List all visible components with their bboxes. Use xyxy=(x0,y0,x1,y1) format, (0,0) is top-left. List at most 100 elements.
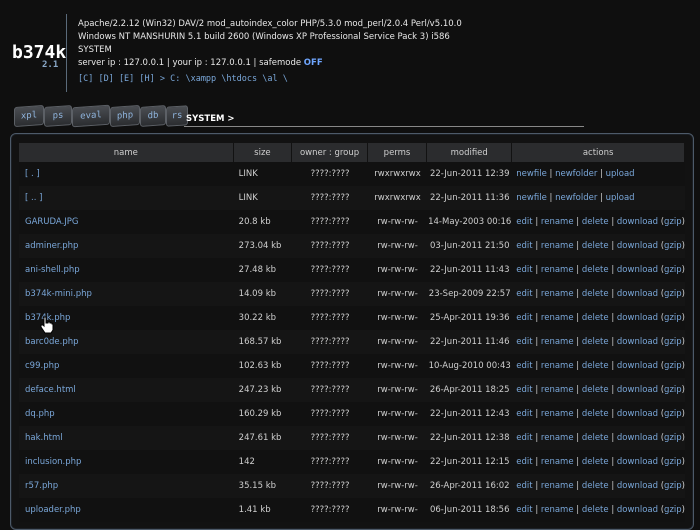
action-rename-link[interactable]: rename xyxy=(541,217,574,227)
action-delete-link[interactable]: delete xyxy=(582,457,609,467)
file-name-link[interactable]: b374k-mini.php xyxy=(19,282,234,306)
action-download-link[interactable]: download xyxy=(617,289,658,299)
header-modified[interactable]: modified xyxy=(427,143,513,162)
file-perms[interactable]: rw-rw-rw- xyxy=(367,354,428,378)
header-owner[interactable]: owner : group xyxy=(292,143,368,162)
file-perms[interactable]: rw-rw-rw- xyxy=(367,498,428,522)
file-perms[interactable]: rw-rw-rw- xyxy=(367,426,428,450)
action-edit-link[interactable]: edit xyxy=(516,265,532,275)
file-name-link[interactable]: uploader.php xyxy=(19,498,234,522)
action-upload-link[interactable]: upload xyxy=(606,169,635,179)
action-rename-link[interactable]: rename xyxy=(541,385,574,395)
file-name-link[interactable]: deface.html xyxy=(19,378,234,402)
tab-xpl[interactable]: xpl xyxy=(14,104,44,128)
action-rename-link[interactable]: rename xyxy=(541,289,574,299)
action-download-link[interactable]: download xyxy=(617,241,658,251)
action-edit-link[interactable]: edit xyxy=(516,337,532,347)
action-download-link[interactable]: download xyxy=(617,313,658,323)
action-edit-link[interactable]: edit xyxy=(516,409,532,419)
file-name-link[interactable]: [ .. ] xyxy=(19,186,234,210)
action-upload-link[interactable]: upload xyxy=(606,193,635,203)
file-perms[interactable]: rw-rw-rw- xyxy=(367,402,428,426)
action-gzip-link[interactable]: gzip xyxy=(664,409,682,419)
file-name-link[interactable]: hak.html xyxy=(19,426,234,450)
action-download-link[interactable]: download xyxy=(617,217,658,227)
file-perms[interactable]: rw-rw-rw- xyxy=(367,210,428,234)
file-name-link[interactable]: adminer.php xyxy=(19,234,234,258)
file-name-link[interactable]: GARUDA.JPG xyxy=(19,210,234,234)
tab-ps[interactable]: ps xyxy=(44,105,72,127)
action-gzip-link[interactable]: gzip xyxy=(664,505,682,515)
action-edit-link[interactable]: edit xyxy=(516,241,532,251)
file-name-link[interactable]: dq.php xyxy=(19,402,234,426)
file-perms[interactable]: rwxrwxrwx xyxy=(367,162,428,186)
action-edit-link[interactable]: edit xyxy=(516,289,532,299)
action-download-link[interactable]: download xyxy=(617,361,658,371)
action-gzip-link[interactable]: gzip xyxy=(664,457,682,467)
action-gzip-link[interactable]: gzip xyxy=(664,313,682,323)
file-perms[interactable]: rwxrwxrwx xyxy=(367,186,428,210)
tab-db[interactable]: db xyxy=(140,105,166,127)
action-edit-link[interactable]: edit xyxy=(516,217,532,227)
action-download-link[interactable]: download xyxy=(617,409,658,419)
file-perms[interactable]: rw-rw-rw- xyxy=(367,234,428,258)
action-rename-link[interactable]: rename xyxy=(541,265,574,275)
file-perms[interactable]: rw-rw-rw- xyxy=(367,306,428,330)
action-gzip-link[interactable]: gzip xyxy=(664,289,682,299)
action-newfile-link[interactable]: newfile xyxy=(516,169,547,179)
action-gzip-link[interactable]: gzip xyxy=(664,265,682,275)
tab-php[interactable]: php xyxy=(110,104,140,128)
file-name-link[interactable]: ani-shell.php xyxy=(19,258,234,282)
action-download-link[interactable]: download xyxy=(617,337,658,347)
header-perms[interactable]: perms xyxy=(367,143,428,162)
action-edit-link[interactable]: edit xyxy=(516,433,532,443)
action-rename-link[interactable]: rename xyxy=(541,241,574,251)
action-download-link[interactable]: download xyxy=(617,505,658,515)
action-delete-link[interactable]: delete xyxy=(582,217,609,227)
action-delete-link[interactable]: delete xyxy=(582,265,609,275)
action-delete-link[interactable]: delete xyxy=(582,289,609,299)
action-delete-link[interactable]: delete xyxy=(582,409,609,419)
action-gzip-link[interactable]: gzip xyxy=(664,481,682,491)
action-gzip-link[interactable]: gzip xyxy=(664,217,682,227)
file-perms[interactable]: rw-rw-rw- xyxy=(367,378,428,402)
action-delete-link[interactable]: delete xyxy=(582,337,609,347)
action-rename-link[interactable]: rename xyxy=(541,505,574,515)
action-rename-link[interactable]: rename xyxy=(541,361,574,371)
action-edit-link[interactable]: edit xyxy=(516,505,532,515)
action-rename-link[interactable]: rename xyxy=(541,409,574,419)
action-newfolder-link[interactable]: newfolder xyxy=(555,193,597,203)
action-download-link[interactable]: download xyxy=(617,265,658,275)
file-name-link[interactable]: c99.php xyxy=(19,354,234,378)
action-rename-link[interactable]: rename xyxy=(541,481,574,491)
header-size[interactable]: size xyxy=(233,143,293,162)
action-download-link[interactable]: download xyxy=(617,385,658,395)
action-gzip-link[interactable]: gzip xyxy=(664,361,682,371)
file-perms[interactable]: rw-rw-rw- xyxy=(367,258,428,282)
file-name-link[interactable]: inclusion.php xyxy=(19,450,234,474)
file-perms[interactable]: rw-rw-rw- xyxy=(367,330,428,354)
action-delete-link[interactable]: delete xyxy=(582,361,609,371)
action-newfolder-link[interactable]: newfolder xyxy=(555,169,597,179)
file-name-link[interactable]: [ . ] xyxy=(19,162,234,186)
tab-rs[interactable]: rs xyxy=(166,105,188,127)
action-edit-link[interactable]: edit xyxy=(516,361,532,371)
action-gzip-link[interactable]: gzip xyxy=(664,433,682,443)
action-gzip-link[interactable]: gzip xyxy=(664,241,682,251)
action-edit-link[interactable]: edit xyxy=(516,313,532,323)
action-newfile-link[interactable]: newfile xyxy=(516,193,547,203)
file-perms[interactable]: rw-rw-rw- xyxy=(367,450,428,474)
action-edit-link[interactable]: edit xyxy=(516,481,532,491)
tab-system[interactable]: SYSTEM > xyxy=(186,114,235,124)
file-perms[interactable]: rw-rw-rw- xyxy=(367,474,428,498)
action-rename-link[interactable]: rename xyxy=(541,313,574,323)
file-name-link[interactable]: r57.php xyxy=(19,474,234,498)
action-edit-link[interactable]: edit xyxy=(516,457,532,467)
action-delete-link[interactable]: delete xyxy=(582,385,609,395)
action-download-link[interactable]: download xyxy=(617,433,658,443)
action-rename-link[interactable]: rename xyxy=(541,457,574,467)
action-delete-link[interactable]: delete xyxy=(582,505,609,515)
action-edit-link[interactable]: edit xyxy=(516,385,532,395)
action-delete-link[interactable]: delete xyxy=(582,313,609,323)
action-gzip-link[interactable]: gzip xyxy=(664,337,682,347)
